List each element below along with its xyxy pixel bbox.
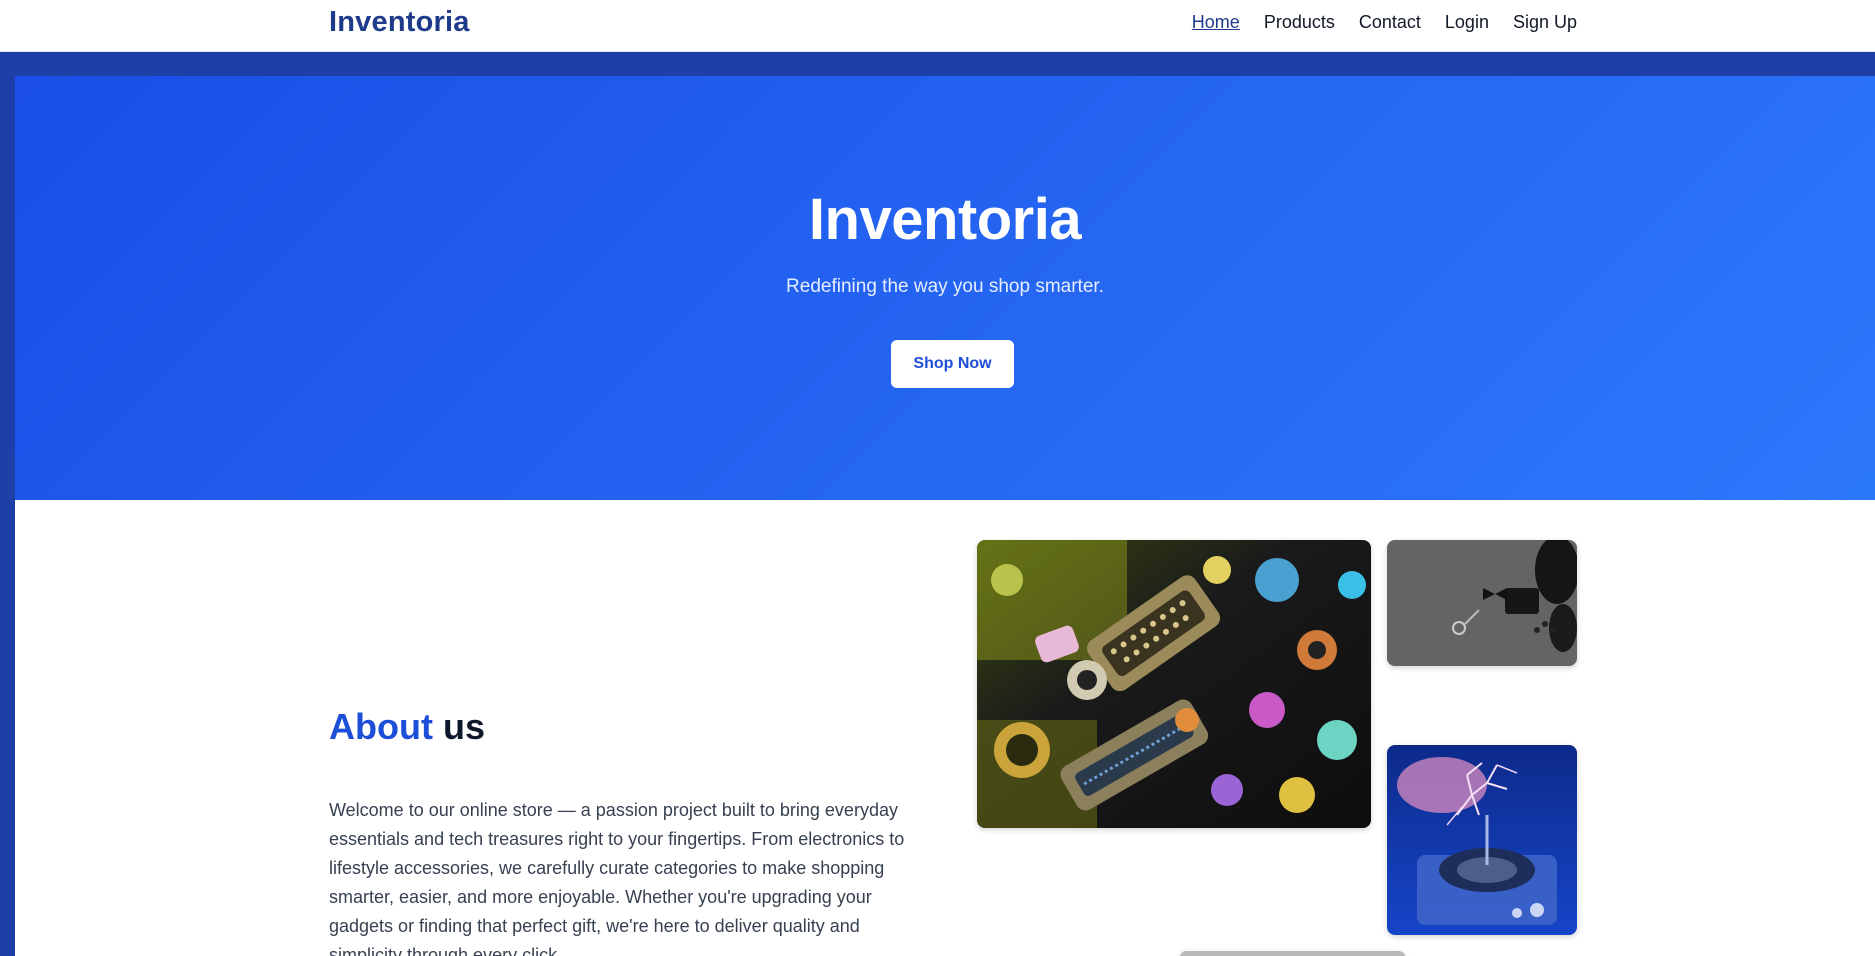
- about-heading-accent: About: [329, 706, 433, 747]
- tesla-coil-image: [1387, 745, 1577, 935]
- shop-now-button[interactable]: Shop Now: [891, 340, 1014, 388]
- mens-accessories-image: [1387, 540, 1577, 666]
- about-heading: About us: [329, 706, 485, 748]
- hero-section: Inventoria Redefining the way you shop s…: [15, 76, 1875, 500]
- nav-link-login[interactable]: Login: [1445, 12, 1489, 33]
- nav-link-home[interactable]: Home: [1192, 12, 1240, 33]
- nav-links: Home Products Contact Login Sign Up: [1192, 12, 1577, 33]
- navbar: Inventoria Home Products Contact Login S…: [0, 0, 1875, 52]
- about-text: Welcome to our online store — a passion …: [329, 800, 905, 956]
- page-frame-left: [0, 52, 15, 956]
- nav-link-contact[interactable]: Contact: [1359, 12, 1421, 33]
- about-heading-rest: us: [442, 706, 485, 747]
- nav-link-signup[interactable]: Sign Up: [1513, 12, 1577, 33]
- nav-link-products[interactable]: Products: [1264, 12, 1335, 33]
- hero-title: Inventoria: [808, 187, 1082, 252]
- electronic-connectors-image: [977, 540, 1371, 828]
- hero-subtitle: Redefining the way you shop smarter.: [786, 276, 1104, 297]
- brand-logo[interactable]: Inventoria: [329, 6, 470, 39]
- partial-image: [1180, 951, 1405, 956]
- page-frame-top: [0, 52, 1875, 76]
